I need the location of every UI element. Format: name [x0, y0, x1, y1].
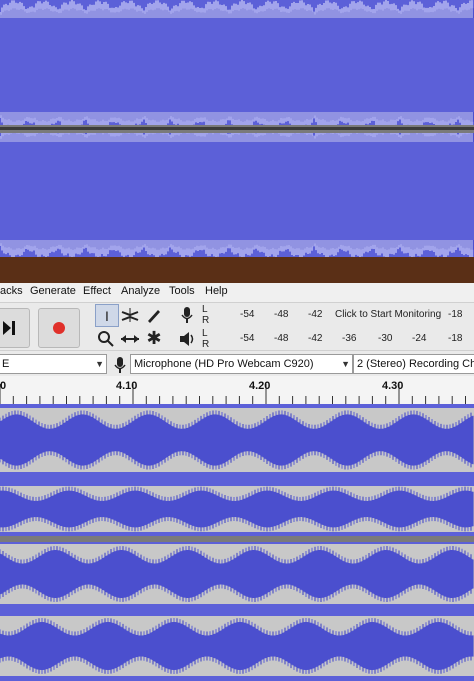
multi-tool[interactable]: ✱	[143, 328, 165, 349]
meter-tick: -36	[342, 333, 357, 344]
meter-tick: -48	[274, 333, 289, 344]
selection-tool-icon: I	[105, 307, 109, 324]
meter-tick: -18	[448, 333, 463, 344]
zoom-tool[interactable]	[95, 328, 117, 349]
meter-tick: -54	[240, 333, 255, 344]
ruler-label: 4.30	[382, 380, 404, 392]
ruler-label: 4.20	[249, 380, 271, 392]
speaker-icon	[180, 331, 194, 346]
audio-host-value: E	[2, 358, 10, 370]
menu-generate[interactable]: Generate	[30, 285, 76, 297]
meter-tick: -30	[378, 333, 393, 344]
menu-effect[interactable]: Effect	[83, 285, 111, 297]
window-background-band	[0, 257, 474, 283]
menu-bar: acks Generate Effect Analyze Tools Help	[0, 283, 474, 302]
envelope-tool-icon	[121, 307, 139, 322]
timeshift-tool[interactable]	[119, 328, 141, 349]
recording-channels-value: 2 (Stereo) Recording Chan	[357, 358, 474, 370]
playback-meter[interactable]: -54 -48 -42 -36 -30 -24 -18	[212, 331, 474, 351]
envelope-tool[interactable]	[119, 304, 141, 325]
menu-tools[interactable]: Tools	[169, 285, 195, 297]
ruler-label: 4.10	[116, 380, 138, 392]
meter-tick: -18	[448, 309, 463, 320]
waveform-track-bottom[interactable]	[0, 404, 474, 681]
toolbar: I ✱ L R L R -54 -48 -42 Click to Start M…	[0, 302, 474, 351]
device-toolbar: E ▼ Microphone (HD Pro Webcam C920) ▼ 2 …	[0, 350, 474, 377]
chevron-down-icon: ▼	[95, 359, 104, 369]
microphone-icon	[114, 357, 126, 373]
draw-tool-icon	[148, 309, 160, 323]
input-device-value: Microphone (HD Pro Webcam C920)	[134, 358, 314, 370]
skip-to-end-icon	[3, 321, 15, 335]
chevron-down-icon: ▼	[341, 359, 350, 369]
meter-channel-label-l2: L	[202, 328, 208, 339]
zoom-tool-icon	[98, 330, 114, 347]
input-device-select[interactable]: Microphone (HD Pro Webcam C920) ▼	[130, 354, 353, 374]
timeshift-tool-icon	[121, 334, 139, 343]
meter-tick: -54	[240, 309, 255, 320]
menu-help[interactable]: Help	[205, 285, 228, 297]
meter-tick: -24	[412, 333, 427, 344]
microphone-icon	[181, 306, 193, 323]
ruler-label: 0	[0, 380, 7, 392]
meter-channel-label-r2: R	[202, 339, 210, 350]
track-separator	[0, 536, 474, 542]
menu-analyze[interactable]: Analyze	[121, 285, 160, 297]
playback-meter-button[interactable]	[176, 328, 198, 349]
waveform-track-top[interactable]	[0, 0, 474, 257]
skip-to-end-button[interactable]	[0, 308, 30, 348]
record-meter-button[interactable]	[176, 304, 198, 325]
multi-tool-icon: ✱	[146, 328, 162, 348]
recording-channels-select[interactable]: 2 (Stereo) Recording Chan	[353, 354, 474, 374]
audio-host-select[interactable]: E ▼	[0, 354, 107, 374]
menu-tracks[interactable]: acks	[0, 285, 23, 297]
meter-channel-label-l1: L	[202, 304, 208, 315]
meter-channel-label-r1: R	[202, 315, 210, 326]
record-meter[interactable]: -54 -48 -42 Click to Start Monitoring -1…	[212, 307, 474, 327]
record-icon	[53, 322, 65, 334]
meter-tick: -48	[274, 309, 289, 320]
meter-tick: -42	[308, 309, 323, 320]
timeline-ruler[interactable]: 0 4.10 4.20 4.30	[0, 376, 474, 405]
click-to-start-monitoring[interactable]: Click to Start Monitoring	[335, 309, 441, 320]
record-button[interactable]	[38, 308, 80, 348]
selection-tool[interactable]: I	[95, 304, 119, 327]
draw-tool[interactable]	[143, 304, 165, 325]
meter-tick: -42	[308, 333, 323, 344]
